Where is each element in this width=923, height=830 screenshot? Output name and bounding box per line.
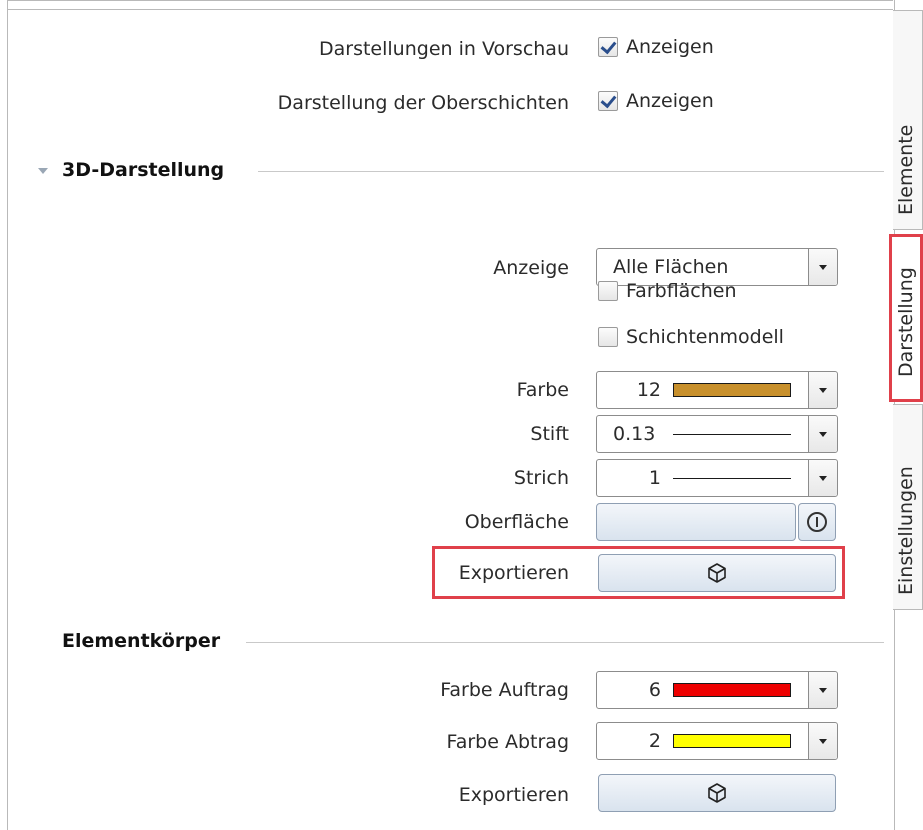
chevron-down-icon[interactable] bbox=[808, 460, 837, 496]
tab-darstellung-label: Darstellung bbox=[895, 267, 917, 377]
chevron-down-icon[interactable] bbox=[808, 672, 837, 708]
checkbox-checked-icon bbox=[598, 91, 618, 111]
farbe-abtrag-swatch bbox=[673, 734, 791, 748]
checkbox-unchecked-icon bbox=[598, 327, 618, 347]
export-element-button[interactable] bbox=[598, 774, 836, 812]
preview-display-checkbox-label: Anzeigen bbox=[626, 36, 714, 58]
farbflaechen-checkbox[interactable]: Farbflächen bbox=[598, 280, 737, 302]
anzeige-label: Anzeige bbox=[493, 257, 569, 279]
section-3d-title: 3D-Darstellung bbox=[62, 159, 225, 181]
top-layers-display-checkbox-label: Anzeigen bbox=[626, 90, 714, 112]
farbe-dropdown[interactable]: 12 bbox=[596, 371, 838, 409]
strich-dropdown[interactable]: 1 bbox=[596, 459, 838, 497]
top-layers-display-checkbox[interactable]: Anzeigen bbox=[598, 90, 714, 112]
farbe-auftrag-dropdown[interactable]: 6 bbox=[596, 671, 838, 709]
farbe-label: Farbe bbox=[516, 379, 569, 401]
preview-display-checkbox[interactable]: Anzeigen bbox=[598, 36, 714, 58]
section-element-title: Elementkörper bbox=[62, 630, 221, 652]
farbe-value: 12 bbox=[636, 379, 661, 401]
tab-darstellung[interactable]: Darstellung bbox=[889, 234, 923, 402]
export-element-label: Exportieren bbox=[458, 784, 569, 806]
section-element-divider bbox=[246, 642, 884, 643]
oberflaeche-button[interactable] bbox=[596, 503, 796, 541]
chevron-down-icon[interactable] bbox=[808, 372, 837, 408]
stift-line-preview bbox=[673, 433, 791, 435]
collapse-triangle-icon[interactable] bbox=[38, 168, 48, 174]
strich-value: 1 bbox=[648, 467, 661, 489]
stift-label: Stift bbox=[530, 423, 569, 445]
export-3d-button[interactable] bbox=[598, 554, 836, 592]
top-layers-display-label: Darstellung der Oberschichten bbox=[277, 92, 569, 114]
farbe-auftrag-swatch bbox=[673, 683, 791, 697]
tab-elemente[interactable]: Elemente bbox=[893, 10, 923, 230]
farbe-abtrag-dropdown[interactable]: 2 bbox=[596, 722, 838, 760]
section-3d-divider bbox=[258, 171, 884, 172]
farbflaechen-label: Farbflächen bbox=[626, 280, 737, 302]
chevron-down-icon[interactable] bbox=[808, 416, 837, 452]
farbe-swatch bbox=[673, 383, 791, 397]
farbe-auftrag-label: Farbe Auftrag bbox=[440, 679, 569, 701]
strich-line-preview bbox=[673, 477, 791, 479]
anzeige-value: Alle Flächen bbox=[613, 256, 729, 278]
tab-einstellungen-label: Einstellungen bbox=[895, 466, 917, 595]
panel-top-border bbox=[7, 0, 893, 10]
checkbox-checked-icon bbox=[598, 37, 618, 57]
farbe-abtrag-label: Farbe Abtrag bbox=[446, 731, 569, 753]
chevron-down-icon[interactable] bbox=[808, 249, 837, 285]
cube-icon bbox=[708, 783, 726, 803]
schichtenmodell-label: Schichtenmodell bbox=[626, 326, 784, 348]
tab-einstellungen[interactable]: Einstellungen bbox=[893, 404, 923, 610]
info-icon bbox=[807, 512, 827, 532]
checkbox-unchecked-icon bbox=[598, 281, 618, 301]
export-3d-label: Exportieren bbox=[458, 562, 569, 584]
farbe-auftrag-value: 6 bbox=[648, 679, 661, 701]
strich-label: Strich bbox=[513, 467, 569, 489]
farbe-abtrag-value: 2 bbox=[648, 730, 661, 752]
schichtenmodell-checkbox[interactable]: Schichtenmodell bbox=[598, 326, 784, 348]
stift-value: 0.13 bbox=[613, 423, 656, 445]
stift-dropdown[interactable]: 0.13 bbox=[596, 415, 838, 453]
oberflaeche-info-button[interactable] bbox=[798, 503, 836, 541]
tab-elemente-label: Elemente bbox=[895, 124, 917, 215]
chevron-down-icon[interactable] bbox=[808, 723, 837, 759]
oberflaeche-label: Oberfläche bbox=[464, 511, 569, 533]
cube-icon bbox=[708, 563, 726, 583]
preview-display-label: Darstellungen in Vorschau bbox=[319, 38, 569, 60]
